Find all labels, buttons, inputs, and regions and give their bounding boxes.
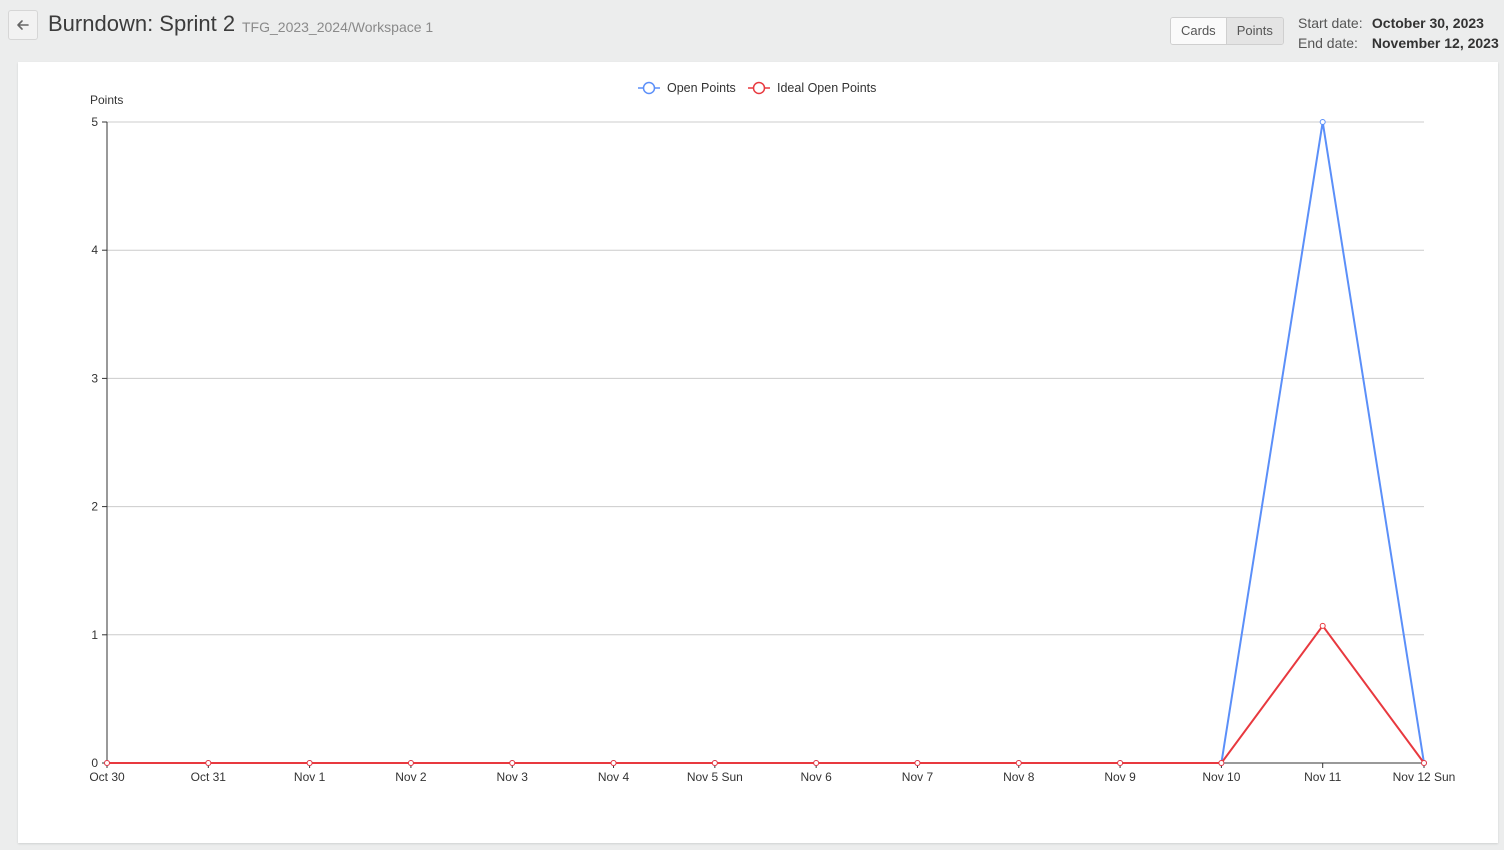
sprint-dates: Start date: October 30, 2023 End date: N… [1298,13,1499,53]
x-tick-label: Nov 4 [598,770,630,784]
x-tick-label: Nov 7 [902,770,934,784]
chart-panel: Points 0 1 2 3 4 5 Oct 30 Oct 31 Nov 1 Nov 2 Nov 3 N… [18,62,1498,843]
y-tick-label: 3 [91,371,98,385]
x-tick-label: Nov 3 [497,770,529,784]
x-tick-label: Nov 1 [294,770,326,784]
legend-marker [752,81,766,95]
cards-toggle-button[interactable]: Cards [1171,18,1226,44]
legend-label: Open Points [667,81,736,95]
y-tick-label: 1 [91,628,98,642]
start-date-label: Start date: [1298,15,1363,31]
legend-open-points: Open Points [638,81,736,95]
legend-label: Ideal Open Points [777,81,876,95]
legend-marker [642,81,656,95]
data-point [813,760,820,766]
data-point [914,760,921,766]
data-point [205,760,212,766]
data-point [1218,760,1225,766]
burndown-chart: Points 0 1 2 3 4 5 Oct 30 Oct 31 Nov 1 Nov 2 Nov 3 N… [89,81,1456,784]
y-tick-label: 5 [91,115,98,129]
data-point [1421,760,1427,766]
back-button[interactable] [8,10,38,40]
x-tick-label: Nov 2 [395,770,427,784]
y-axis-title: Points [90,93,123,107]
x-tick-label: Nov 10 [1202,770,1240,784]
x-tick-label: Oct 31 [191,770,227,784]
data-point [610,760,617,766]
x-tick-label: Nov 6 [800,770,832,784]
header: Burndown: Sprint 2 TFG_2023_2024/Workspa… [0,0,1504,62]
data-point [711,760,718,766]
breadcrumb[interactable]: TFG_2023_2024/Workspace 1 [242,19,433,35]
y-tick-label: 2 [91,500,98,514]
data-point [1015,760,1022,766]
arrow-left-icon [17,20,29,30]
points-toggle-button[interactable]: Points [1225,18,1283,44]
series-line-open-points [107,121,1425,764]
data-point [306,760,313,766]
x-tick-label: Nov 8 [1003,770,1035,784]
start-date-value: October 30, 2023 [1371,15,1484,31]
x-tick-label: Nov 5 Sun [687,770,743,784]
x-tick-label: Nov 12 Sun [1393,770,1456,784]
data-point [1319,119,1326,125]
data-point [104,760,110,766]
legend-ideal-open-points: Ideal Open Points [748,81,876,95]
series-line-ideal-open-points [107,624,1425,764]
x-tick-label: Oct 30 [89,770,125,784]
view-toggle: Cards Points [1170,17,1284,45]
end-date-value: November 12, 2023 [1371,35,1499,51]
y-tick-label: 0 [91,756,98,770]
x-tick-label: Nov 9 [1104,770,1136,784]
page-title: Burndown: Sprint 2 [48,11,236,36]
data-point [1117,760,1124,766]
data-point [509,760,516,766]
data-point [1319,622,1326,629]
end-date-label: End date: [1298,35,1358,51]
data-point [407,760,414,766]
y-tick-label: 4 [91,243,98,257]
chart-legend: Open Points Ideal Open Points [638,81,876,95]
x-tick-label: Nov 11 [1304,770,1341,784]
